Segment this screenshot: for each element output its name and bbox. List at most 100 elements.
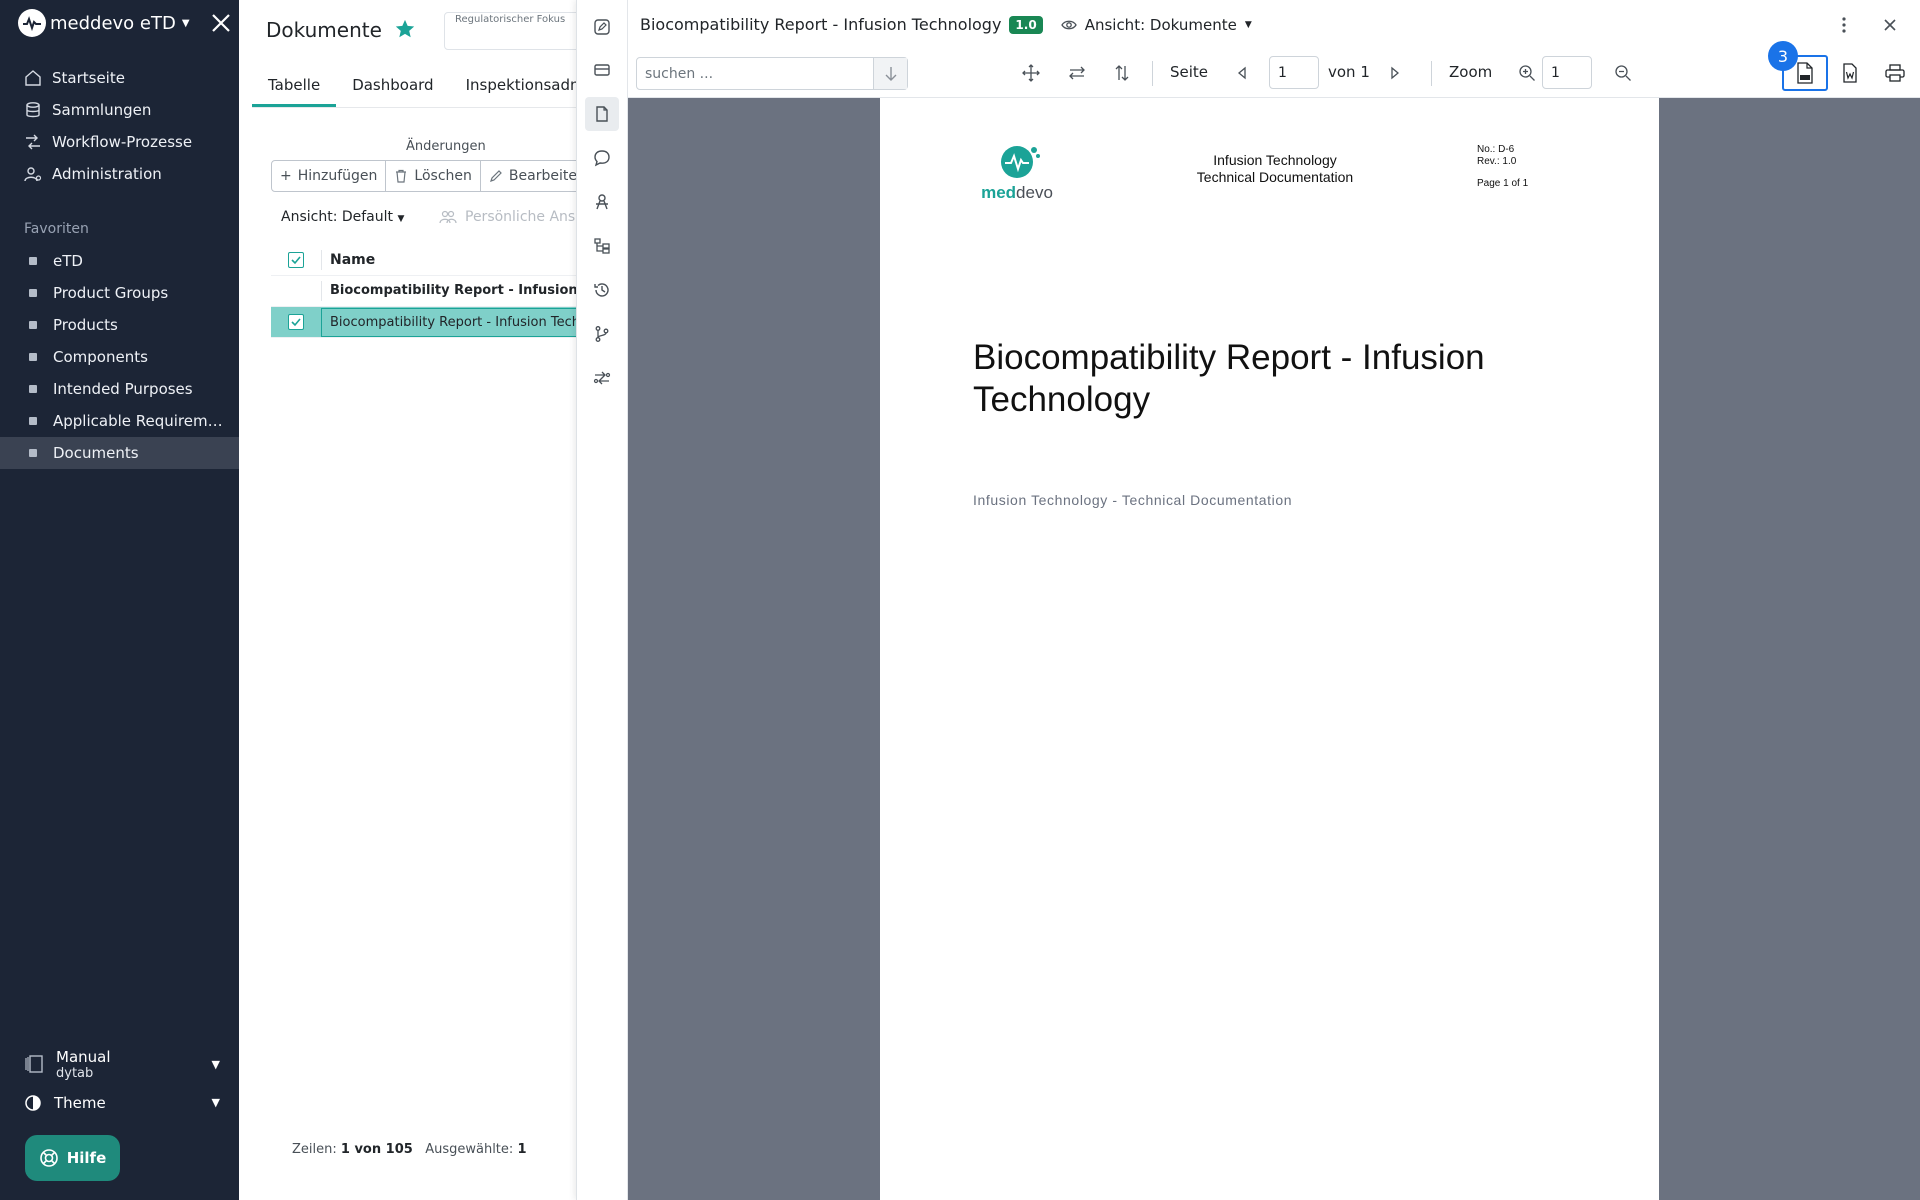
- version-badge: 1.0: [1009, 15, 1043, 34]
- pan-tool-button[interactable]: [1019, 61, 1043, 85]
- pdf-page-of: Page 1 of 1: [1477, 178, 1529, 189]
- download-word-button[interactable]: [1838, 61, 1862, 85]
- tab-inspektionsadministration[interactable]: Inspektionsadministration: [450, 70, 576, 107]
- nav-label: Sammlungen: [52, 101, 152, 119]
- prev-page-button[interactable]: [1230, 61, 1254, 85]
- personal-view-button[interactable]: Persönliche Ansicht: [439, 209, 576, 225]
- add-button[interactable]: + Hinzufügen: [271, 160, 387, 192]
- rows-value: 1 von 105: [340, 1142, 413, 1157]
- search-next-button[interactable]: [873, 58, 907, 89]
- notification-badge: 3: [1768, 41, 1798, 71]
- theme-label: Theme: [54, 1094, 106, 1112]
- nav-item-administration[interactable]: Administration: [0, 158, 239, 190]
- row-name-cell[interactable]: Biocompatibility Report - Infusion Techn…: [321, 281, 576, 301]
- pdf-canvas[interactable]: meddevo Infusion Technology Technical Do…: [628, 98, 1920, 1200]
- next-page-button[interactable]: [1383, 61, 1407, 85]
- tab-dashboard[interactable]: Dashboard: [336, 70, 449, 107]
- changes-label: Änderungen: [406, 139, 486, 154]
- pdf-header-text: Infusion Technology Technical Documentat…: [1160, 152, 1390, 186]
- sidebar: meddevo eTD ▼ Startseite Sammlungen Work…: [0, 0, 239, 1200]
- pdf-document-title: Biocompatibility Report - Infusion Techn…: [973, 338, 1485, 419]
- bullet-icon: [29, 257, 37, 265]
- row-checkbox[interactable]: [288, 314, 304, 330]
- document-list-pane: Dokumente Regulatorischer Fokus Tabelle …: [239, 0, 576, 1200]
- structure-button[interactable]: [585, 229, 619, 263]
- view-dropdown[interactable]: Ansicht: Dokumente ▼: [1060, 16, 1252, 34]
- page-number-input[interactable]: [1269, 56, 1319, 89]
- pdf-toolbar: Seite von 1 Zoom 3: [628, 41, 1920, 98]
- card-icon: [594, 64, 610, 76]
- workflow-button[interactable]: [585, 361, 619, 395]
- pdf-search-input[interactable]: [637, 58, 873, 89]
- nav-item-startseite[interactable]: Startseite: [0, 62, 239, 94]
- history-button[interactable]: [585, 273, 619, 307]
- close-viewer-icon[interactable]: [1878, 13, 1902, 37]
- app-switcher[interactable]: meddevo eTD ▼: [18, 8, 190, 38]
- theme-selector[interactable]: Theme ▼: [24, 1090, 220, 1116]
- favorite-components[interactable]: Components: [0, 341, 239, 373]
- delete-button[interactable]: Löschen: [386, 160, 481, 192]
- workspace-selector[interactable]: Manual dytab ▼: [24, 1044, 220, 1084]
- table-row[interactable]: Biocompatibility Report - Infusion Techn…: [271, 307, 576, 338]
- fit-width-button[interactable]: [1065, 61, 1089, 85]
- git-branch-icon: [595, 326, 609, 342]
- view-label: Ansicht: Default: [281, 209, 394, 225]
- favorites-heading: Favoriten: [24, 221, 89, 237]
- trash-icon: [396, 169, 407, 183]
- chat-bubble-icon: [594, 150, 610, 167]
- nav-label: Workflow-Prozesse: [52, 133, 193, 151]
- favorite-product-groups[interactable]: Product Groups: [0, 277, 239, 309]
- regulatory-focus-field[interactable]: Regulatorischer Fokus: [444, 12, 576, 50]
- favorite-star-icon[interactable]: [394, 18, 416, 40]
- bullet-icon: [29, 289, 37, 297]
- trace-button[interactable]: [585, 185, 619, 219]
- view-selector[interactable]: Ansicht: Default ▼: [281, 209, 404, 225]
- edit-properties-button[interactable]: [585, 10, 619, 44]
- nav-item-sammlungen[interactable]: Sammlungen: [0, 94, 239, 126]
- table-row[interactable]: Biocompatibility Report - Infusion Techn…: [271, 276, 576, 307]
- favorite-documents[interactable]: Documents: [0, 437, 239, 469]
- favorite-intended-purposes[interactable]: Intended Purposes: [0, 373, 239, 405]
- nav-item-workflow[interactable]: Workflow-Prozesse: [0, 126, 239, 158]
- favorite-etd[interactable]: eTD: [0, 245, 239, 277]
- printer-icon: [1885, 64, 1905, 82]
- eye-icon: [1060, 20, 1077, 29]
- zoom-out-icon: [1615, 65, 1631, 81]
- help-button[interactable]: Hilfe: [25, 1135, 120, 1181]
- more-vertical-icon[interactable]: [1832, 13, 1856, 37]
- caret-down-icon: ▼: [1244, 19, 1252, 30]
- tab-tabelle[interactable]: Tabelle: [252, 70, 337, 107]
- print-button[interactable]: [1883, 61, 1907, 85]
- rows-label: Zeilen:: [292, 1142, 337, 1157]
- contrast-icon: [25, 1095, 41, 1111]
- favorites-list: eTD Product Groups Products Components I…: [0, 245, 239, 469]
- zoom-out-button[interactable]: [1611, 61, 1635, 85]
- favorite-products[interactable]: Products: [0, 309, 239, 341]
- edit-square-icon: [594, 19, 610, 35]
- select-all-checkbox[interactable]: [288, 252, 304, 268]
- lifebuoy-icon: [39, 1149, 58, 1167]
- table-header: Name: [271, 245, 576, 276]
- zoom-input[interactable]: [1542, 56, 1592, 89]
- pdf-file-icon: [1797, 62, 1813, 84]
- row-name-cell[interactable]: Biocompatibility Report - Infusion Techn…: [321, 307, 576, 337]
- list-toolbar: + Hinzufügen Löschen Bearbeiten: [271, 160, 576, 192]
- zoom-in-button[interactable]: [1515, 61, 1539, 85]
- meddevo-logo-icon: [1001, 146, 1040, 178]
- card-view-button[interactable]: [585, 53, 619, 87]
- caret-down-icon: ▼: [211, 1096, 220, 1109]
- close-sidebar-icon[interactable]: [206, 8, 236, 38]
- pencil-icon: [489, 170, 502, 182]
- personal-view-label: Persönliche Ansicht: [465, 209, 576, 225]
- vertical-swap-icon: [1115, 65, 1129, 81]
- document-view-button[interactable]: [585, 97, 619, 131]
- edit-button[interactable]: Bearbeiten: [480, 160, 576, 192]
- workflow-icon: [26, 134, 40, 150]
- comments-button[interactable]: [585, 141, 619, 175]
- inspector-icon: [596, 194, 608, 210]
- column-header-name[interactable]: Name: [321, 250, 576, 270]
- fit-height-button[interactable]: [1110, 61, 1134, 85]
- favorite-applicable-requirements[interactable]: Applicable Requirem…: [0, 405, 239, 437]
- logo-wordmark: meddevo: [980, 183, 1054, 203]
- branches-button[interactable]: [585, 317, 619, 351]
